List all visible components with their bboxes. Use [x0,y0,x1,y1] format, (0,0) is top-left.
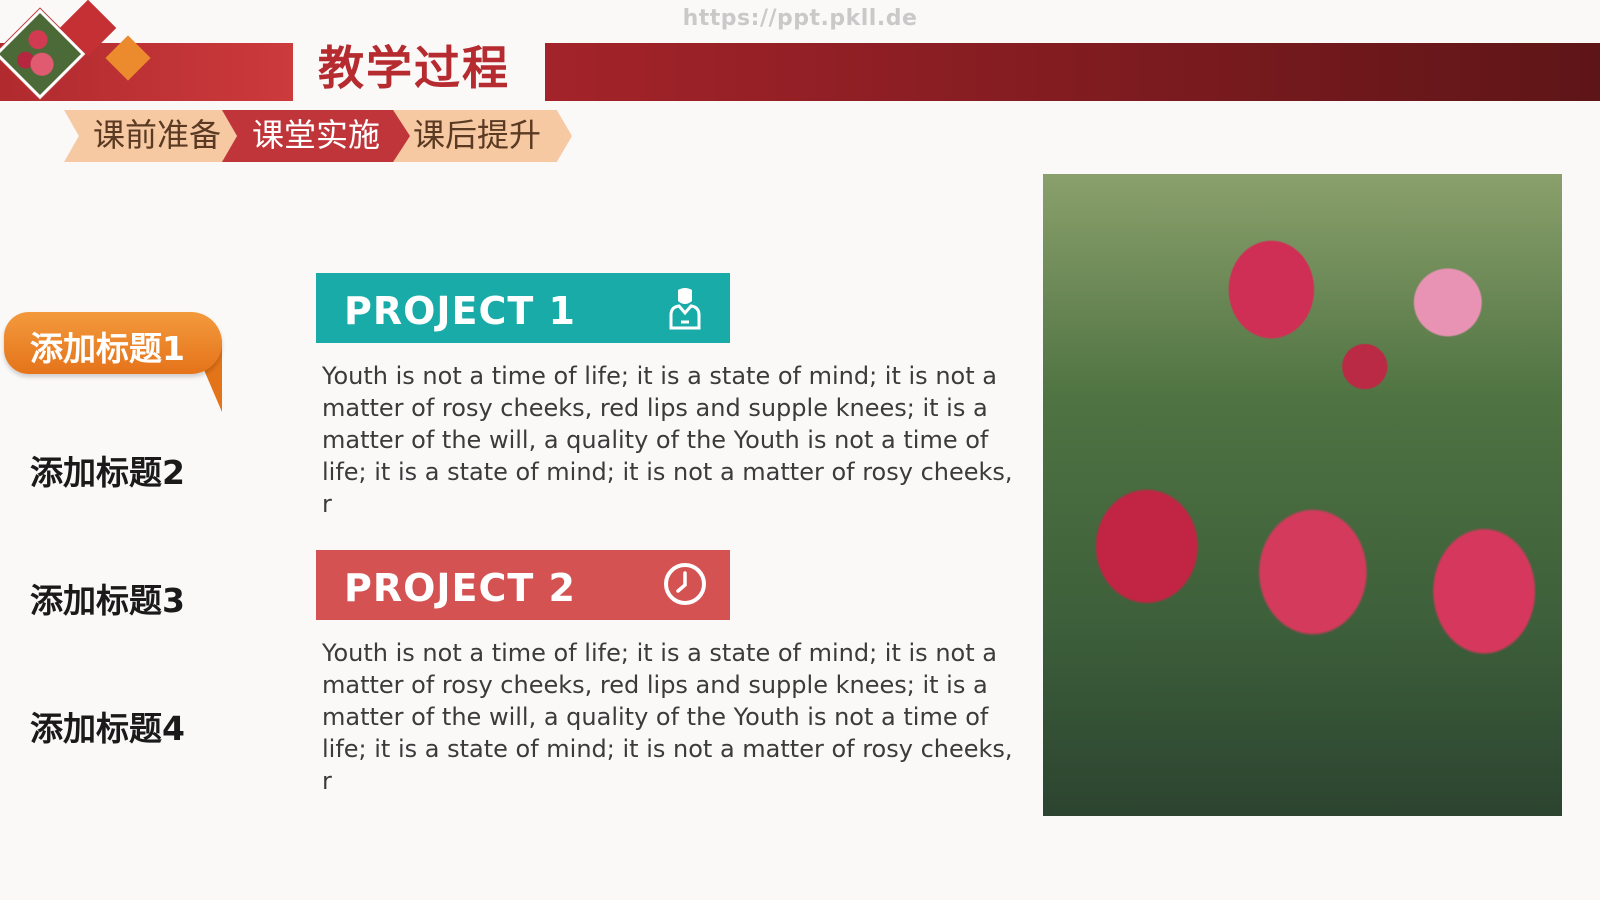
person-icon [669,288,701,330]
project-1-header: PROJECT 1 [316,273,730,343]
sidebar-item-3[interactable]: 添加标题3 [30,574,185,622]
tab-after-class[interactable]: 课后提升 [382,110,572,162]
sidebar-item-1[interactable]: 添加标题1 [30,322,185,370]
project-1-title: PROJECT 1 [344,289,576,333]
clock-icon [664,563,706,605]
tab-before-class[interactable]: 课前准备 [64,110,250,162]
sidebar-item-2[interactable]: 添加标题2 [30,446,185,494]
project-1-text: Youth is not a time of life; it is a sta… [322,362,1013,518]
watermark-url: https://ppt.pkll.de [682,6,918,31]
project-2-title: PROJECT 2 [344,566,576,610]
sidebar-item-4[interactable]: 添加标题4 [30,702,185,750]
project-2-text: Youth is not a time of life; it is a sta… [322,639,1013,795]
rose-painting-image [1043,174,1562,816]
tab-in-class[interactable]: 课堂实施 [222,110,410,162]
project-2-header: PROJECT 2 [316,550,730,620]
header-bar-right [545,43,1600,101]
page-title: 教学过程 [318,41,510,95]
